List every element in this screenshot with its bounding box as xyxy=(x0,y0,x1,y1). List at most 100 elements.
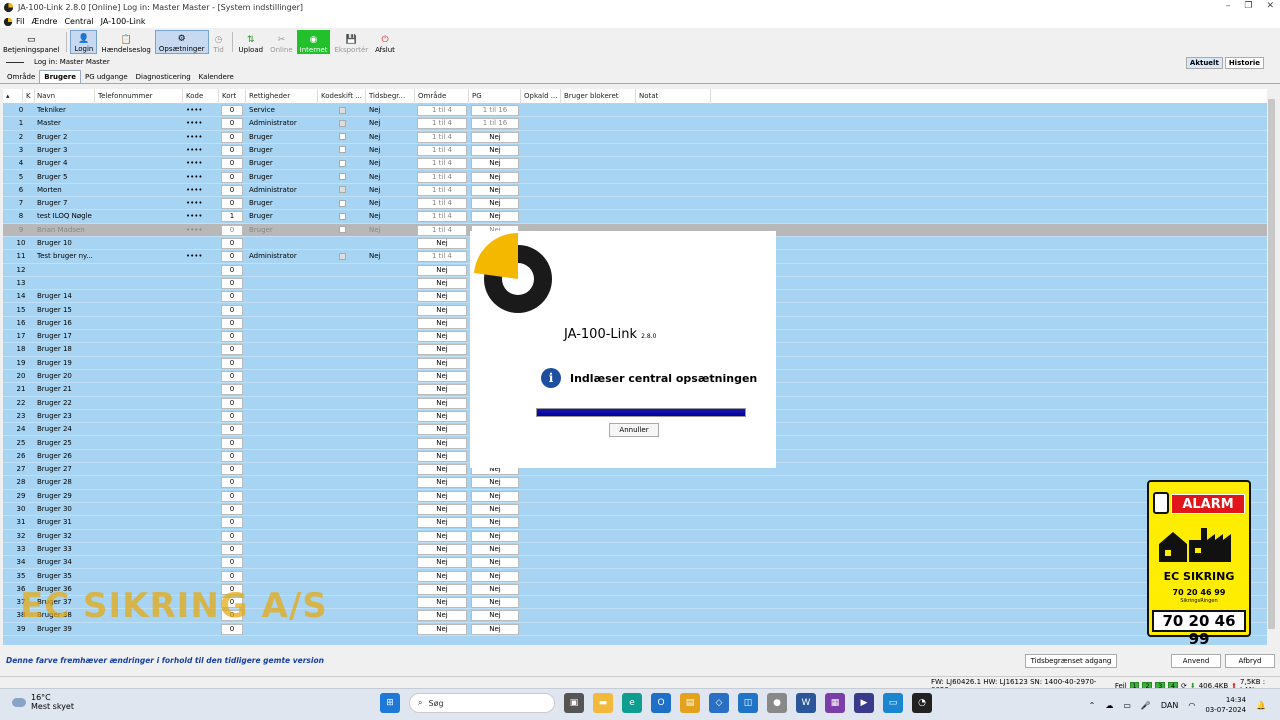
cell-kort[interactable]: 0 xyxy=(221,570,243,582)
cell-omr[interactable]: Nej xyxy=(417,344,467,356)
cell-omr[interactable]: 1 til 4 xyxy=(417,211,467,223)
betjeningspanel-button[interactable]: ▭ Betjeningspanel xyxy=(0,30,62,54)
cell-kort[interactable]: 0 xyxy=(221,504,243,515)
table-row[interactable]: 0 Tekniker •••• 0 Service Nej 1 til 4 1 til 16 xyxy=(3,104,1267,118)
cell-kort[interactable]: 0 xyxy=(221,118,243,130)
cell-pg[interactable]: Nej xyxy=(471,198,519,210)
cell-kort[interactable]: 0 xyxy=(221,543,243,555)
table-row[interactable]: 2 Bruger 2 •••• 0 Bruger Nej 1 til 4 Nej xyxy=(3,130,1267,144)
cell-pg[interactable]: Nej xyxy=(471,597,519,609)
cell-kort[interactable]: 0 xyxy=(221,304,243,316)
microphone-icon[interactable]: 🎤 xyxy=(1141,701,1151,710)
cell-omr[interactable]: 1 til 4 xyxy=(417,158,467,170)
cell-pg[interactable]: Nej xyxy=(471,583,519,595)
haendelseslog-button[interactable]: 📋 Hændelseslog xyxy=(98,30,154,54)
tab-pg-udgange[interactable]: PG udgange xyxy=(81,71,132,83)
cell-pg[interactable]: Nej xyxy=(471,504,519,515)
minimize-icon[interactable]: – xyxy=(1226,1,1231,11)
close-icon[interactable]: ✕ xyxy=(1266,1,1274,11)
kodeskift-checkbox[interactable] xyxy=(318,197,366,210)
tid-button[interactable]: ◷ Tid xyxy=(210,30,228,54)
col-opkald[interactable]: Opkald ... xyxy=(521,89,561,104)
cell-kort[interactable]: 0 xyxy=(221,144,243,156)
cell-omr[interactable]: 1 til 4 xyxy=(417,224,467,236)
cell-kort[interactable]: 0 xyxy=(221,371,243,382)
cell-kort[interactable]: 0 xyxy=(221,517,243,529)
table-row[interactable]: 29 Bruger 29 0 Nej Nej xyxy=(3,489,1267,503)
cell-pg[interactable]: Nej xyxy=(471,623,519,635)
cell-kort[interactable]: 0 xyxy=(221,105,243,116)
table-row[interactable]: 3 Bruger 3 •••• 0 Bruger Nej 1 til 4 Nej xyxy=(3,143,1267,158)
cell-kort[interactable]: 0 xyxy=(221,184,243,196)
cell-omr[interactable]: Nej xyxy=(417,291,467,303)
cell-omr[interactable]: Nej xyxy=(417,238,467,249)
tab-brugere[interactable]: Brugere xyxy=(39,70,81,83)
col-bruger-blokeret[interactable]: Bruger blokeret xyxy=(561,89,636,104)
table-row[interactable]: 31 Bruger 31 0 Nej Nej xyxy=(3,516,1267,530)
cell-kort[interactable]: 0 xyxy=(221,317,243,329)
cell-kort[interactable]: 0 xyxy=(221,171,243,183)
cell-pg[interactable]: Nej xyxy=(471,477,519,489)
cell-kort[interactable]: 0 xyxy=(221,397,243,409)
afslut-button[interactable]: ⏻ Afslut xyxy=(372,30,398,54)
cell-kort[interactable]: 0 xyxy=(221,464,243,476)
menu-central[interactable]: Central xyxy=(64,17,93,26)
weather-widget[interactable]: 16°C Mest skyet xyxy=(12,693,74,711)
abort-button[interactable]: Afbryd xyxy=(1225,654,1275,668)
kodeskift-checkbox[interactable] xyxy=(318,224,366,237)
clock[interactable]: 14:34 03-07-2024 xyxy=(1205,695,1246,715)
tab-diagnosticering[interactable]: Diagnosticering xyxy=(132,71,195,83)
cell-omr[interactable]: Nej xyxy=(417,437,467,449)
tab-omraade[interactable]: Område xyxy=(3,71,39,83)
cell-omr[interactable]: Nej xyxy=(417,543,467,555)
cell-omr[interactable]: 1 til 4 xyxy=(417,171,467,183)
cell-omr[interactable]: Nej xyxy=(417,397,467,409)
table-row[interactable]: 34 Bruger 34 0 Nej Nej xyxy=(3,556,1267,570)
outlook2-icon[interactable]: ◫ xyxy=(738,693,758,713)
kodeskift-checkbox[interactable] xyxy=(318,104,366,117)
table-row[interactable]: 5 Bruger 5 •••• 0 Bruger Nej 1 til 4 Nej xyxy=(3,170,1267,184)
col-telefonnummer[interactable]: Telefonnummer xyxy=(95,89,183,104)
cell-kort[interactable]: 0 xyxy=(221,477,243,489)
restore-icon[interactable]: ❐ xyxy=(1244,1,1252,11)
cell-omr[interactable]: Nej xyxy=(417,371,467,382)
cell-kort[interactable]: 0 xyxy=(221,198,243,210)
cell-pg[interactable]: Nej xyxy=(471,171,519,183)
network-icon[interactable]: ▭ xyxy=(1123,701,1131,710)
cell-kort[interactable]: 0 xyxy=(221,424,243,436)
col-pg[interactable]: PG xyxy=(469,89,521,104)
cell-pg[interactable]: Nej xyxy=(471,530,519,542)
video-icon[interactable]: ▶ xyxy=(854,693,874,713)
cell-kort[interactable]: 0 xyxy=(221,331,243,343)
cell-omr[interactable]: Nej xyxy=(417,570,467,582)
cell-omr[interactable]: Nej xyxy=(417,464,467,476)
cell-kort[interactable]: 0 xyxy=(221,251,243,263)
scrollbar-thumb[interactable] xyxy=(1268,99,1275,629)
cell-kort[interactable]: 0 xyxy=(221,291,243,303)
start-icon[interactable]: ⊞ xyxy=(380,693,400,713)
online-button[interactable]: ✂ Online xyxy=(267,30,296,54)
cell-kort[interactable]: 0 xyxy=(221,264,243,276)
cell-pg[interactable]: Nej xyxy=(471,144,519,156)
tab-aktuelt[interactable]: Aktuelt xyxy=(1185,57,1223,69)
cell-kort[interactable]: 0 xyxy=(221,131,243,143)
kodeskift-checkbox[interactable] xyxy=(318,184,366,197)
cell-pg[interactable]: Nej xyxy=(471,158,519,170)
cell-kort[interactable]: 0 xyxy=(221,490,243,502)
cell-pg[interactable]: 1 til 16 xyxy=(471,105,519,116)
cell-omr[interactable]: Nej xyxy=(417,384,467,396)
chrome-icon[interactable]: ● xyxy=(767,693,787,713)
cell-omr[interactable]: Nej xyxy=(417,504,467,515)
folder-icon[interactable]: ▤ xyxy=(680,693,700,713)
cell-omr[interactable]: Nej xyxy=(417,517,467,529)
cell-omr[interactable]: 1 til 4 xyxy=(417,144,467,156)
cell-omr[interactable]: Nej xyxy=(417,424,467,436)
kodeskift-checkbox[interactable] xyxy=(318,144,366,157)
word-icon[interactable]: W xyxy=(796,693,816,713)
media-icon[interactable]: ▦ xyxy=(825,693,845,713)
cell-kort[interactable]: 0 xyxy=(221,158,243,170)
col-notat[interactable]: Notat xyxy=(636,89,711,104)
menu-aendre[interactable]: Ændre xyxy=(31,17,57,26)
menu-fil[interactable]: Fil xyxy=(16,17,24,26)
cell-omr[interactable]: 1 til 4 xyxy=(417,131,467,143)
